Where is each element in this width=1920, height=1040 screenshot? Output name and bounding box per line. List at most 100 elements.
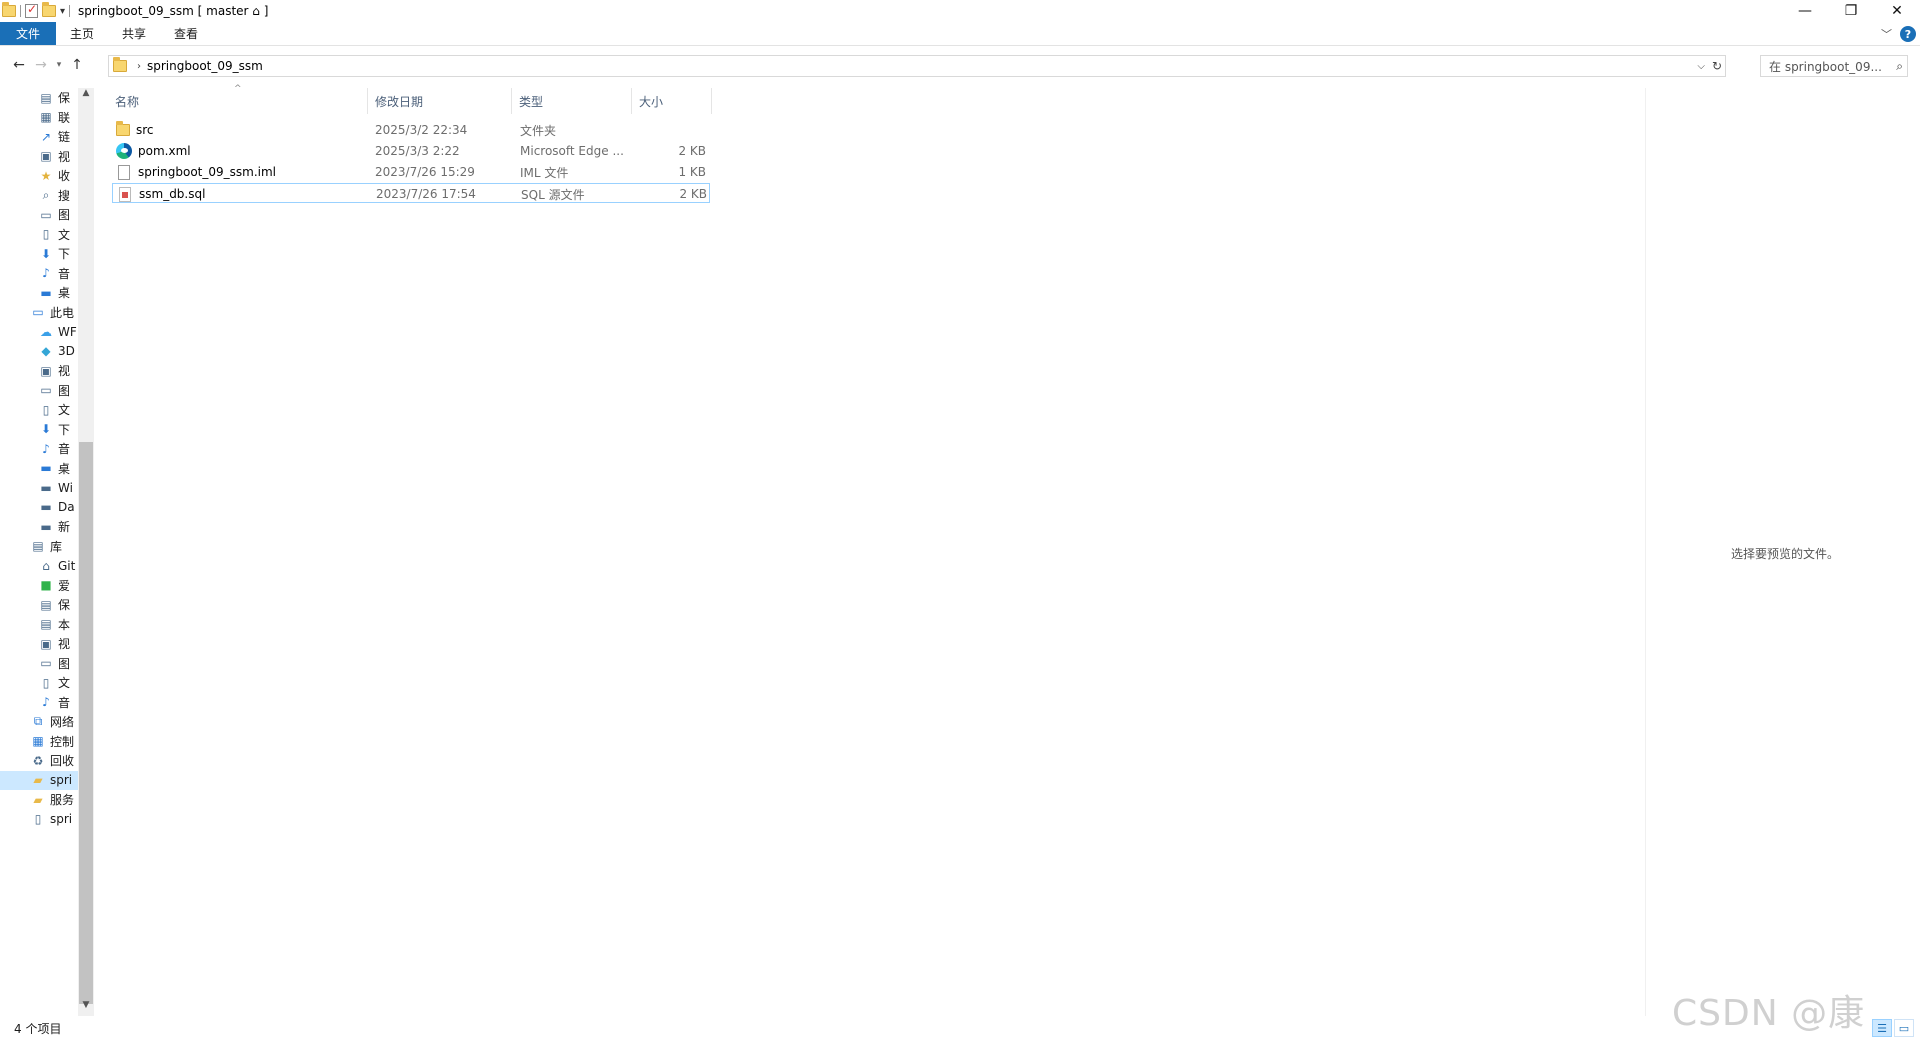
sidebar-item[interactable]: ♻ 回收 (30, 751, 78, 770)
recent-locations-icon[interactable]: ▾ (52, 54, 66, 76)
tab-home[interactable]: 主页 (56, 22, 108, 45)
pictures-icon: ▭ (40, 383, 52, 397)
scroll-down-icon[interactable]: ▼ (78, 1000, 94, 1016)
sidebar-item[interactable]: ▤ 保 (38, 595, 78, 614)
maximize-button[interactable]: ❐ (1828, 0, 1874, 22)
column-header-type[interactable]: 类型 (512, 88, 632, 114)
sidebar-item[interactable]: ▬ Wi (38, 478, 78, 497)
back-arrow-icon[interactable]: ← (8, 54, 30, 76)
sidebar-item[interactable]: ▯ 文 (38, 400, 78, 419)
file-date: 2023/7/26 15:29 (375, 165, 475, 179)
sidebar-item[interactable]: ▯ spri (30, 810, 78, 829)
column-header-date[interactable]: 修改日期 (368, 88, 512, 114)
sidebar-item[interactable]: ♪ 音 (38, 264, 78, 283)
sidebar-item[interactable]: ▯ 文 (38, 673, 78, 692)
sidebar-item[interactable]: ▬ Da (38, 498, 78, 517)
download-icon: ⬇ (40, 246, 52, 261)
file-name: ssm_db.sql (139, 187, 206, 201)
file-row[interactable]: src 2025/3/2 22:34 文件夹 (112, 120, 710, 140)
tab-file[interactable]: 文件 (0, 22, 56, 45)
file-row[interactable]: springboot_09_ssm.iml 2023/7/26 15:29 IM… (112, 162, 710, 182)
sidebar-item-label: Wi (58, 480, 73, 495)
sidebar-item[interactable]: ▭ 此电 (30, 303, 78, 322)
sidebar-item[interactable]: ▯ 文 (38, 225, 78, 244)
large-icons-view-icon[interactable]: ▭ (1894, 1019, 1914, 1037)
tab-share[interactable]: 共享 (108, 22, 160, 45)
video-icon: ▣ (40, 149, 52, 163)
refresh-icon[interactable]: ↻ (1712, 59, 1722, 73)
forward-arrow-icon[interactable]: → (30, 54, 52, 76)
minimize-button[interactable]: — (1782, 0, 1828, 22)
sidebar-item-label: 桌 (58, 286, 71, 300)
favorites-icon: ★ (40, 168, 52, 183)
sidebar-item[interactable]: ♪ 音 (38, 439, 78, 458)
address-bar[interactable]: › springboot_09_ssm ⌵ ↻ (108, 55, 1726, 77)
sidebar-item-label: 链 (58, 130, 71, 144)
address-dropdown-icon[interactable]: ⌵ (1697, 61, 1705, 72)
sidebar-item[interactable]: ⬇ 下 (38, 244, 78, 263)
sidebar-item[interactable]: ★ 收 (38, 166, 78, 185)
sidebar-item[interactable]: ◆ 3D (38, 342, 78, 361)
sidebar-item[interactable]: ▣ 视 (38, 361, 78, 380)
column-header-size[interactable]: 大小 (632, 88, 712, 114)
breadcrumb-chevron-icon[interactable]: › (137, 61, 141, 72)
sidebar-item[interactable]: ▭ 图 (38, 205, 78, 224)
file-row[interactable]: pom.xml 2025/3/3 2:22 Microsoft Edge ...… (112, 141, 710, 161)
file-row-selected[interactable]: ssm_db.sql 2023/7/26 17:54 SQL 源文件 2 KB (112, 183, 710, 203)
up-arrow-icon[interactable]: ↑ (66, 54, 88, 76)
sidebar-item[interactable]: ☁ WF (38, 322, 78, 341)
folder-icon (113, 57, 127, 72)
sidebar-item[interactable]: ▰ spri (0, 770, 78, 790)
sidebar-item[interactable]: ▬ 桌 (38, 459, 78, 478)
column-headers: 名称 ^ 修改日期 类型 大小 (108, 84, 712, 114)
close-button[interactable]: ✕ (1874, 0, 1920, 22)
column-header-name[interactable]: 名称 ^ (108, 84, 368, 114)
help-icon[interactable]: ? (1900, 26, 1916, 42)
sidebar-item-label: 此电 (50, 305, 75, 320)
this-pc-icon: ▭ (32, 305, 44, 319)
sidebar-item[interactable]: ▭ 图 (38, 381, 78, 400)
sidebar-item[interactable]: ▤ 库 (30, 537, 78, 556)
sidebar-item[interactable]: ⬇ 下 (38, 420, 78, 439)
file-type: 文件夹 (520, 123, 557, 138)
sidebar-item[interactable]: ▤ 本 (38, 615, 78, 634)
music-icon: ♪ (42, 695, 50, 709)
sidebar-item-label: 新 (58, 520, 71, 534)
desktop-icon: ▬ (40, 285, 52, 300)
folder-icon: ▰ (33, 792, 43, 807)
sidebar-item[interactable]: ▰ 服务 (30, 790, 78, 809)
sidebar-item[interactable]: ▦ 控制 (30, 732, 78, 751)
sidebar-item[interactable]: ⌂ Git (38, 556, 78, 575)
sidebar-item[interactable]: ⌕ 搜 (38, 186, 78, 205)
sidebar-item[interactable]: ▬ 桌 (38, 283, 78, 302)
new-folder-icon[interactable] (42, 2, 56, 17)
sidebar-item-label: 音 (58, 266, 71, 281)
scroll-up-icon[interactable]: ▲ (78, 88, 94, 104)
sidebar-item[interactable]: ▤ 保 (38, 88, 78, 107)
sidebar-item[interactable]: ⧉ 网络 (30, 712, 78, 731)
breadcrumb[interactable]: springboot_09_ssm (147, 59, 263, 73)
sidebar-item-label: 保 (58, 598, 71, 612)
sidebar-item[interactable]: ▣ 视 (38, 634, 78, 653)
file-name-cell: springboot_09_ssm.iml (116, 162, 276, 182)
tab-view[interactable]: 查看 (160, 22, 212, 45)
sidebar-item[interactable]: ♪ 音 (38, 693, 78, 712)
sidebar-item-label: 图 (58, 383, 71, 398)
navigation-scrollbar[interactable]: ▲ ▼ (78, 88, 94, 1016)
file-type: IML 文件 (520, 165, 569, 180)
sidebar-item[interactable]: ■ 爱 (38, 576, 78, 595)
sidebar-item[interactable]: ▣ 视 (38, 147, 78, 166)
sidebar-item[interactable]: ↗ 链 (38, 127, 78, 146)
sidebar-item[interactable]: ▦ 联 (38, 108, 78, 127)
search-icon[interactable]: ⌕ (1896, 59, 1903, 74)
search-input[interactable]: 在 springboot_09... ⌕ (1760, 55, 1908, 77)
sidebar-item[interactable]: ▭ 图 (38, 654, 78, 673)
sidebar-item-label: spri (50, 812, 73, 826)
sidebar-item[interactable]: ▬ 新 (38, 517, 78, 536)
chevron-down-icon[interactable]: ▾ (60, 6, 65, 17)
properties-icon[interactable] (25, 2, 38, 18)
expand-ribbon-icon[interactable]: ﹀ (1881, 26, 1892, 42)
details-view-icon[interactable]: ☰ (1872, 1019, 1892, 1037)
scrollbar-thumb[interactable] (79, 442, 93, 1004)
preview-pane-divider[interactable] (1645, 88, 1646, 1016)
